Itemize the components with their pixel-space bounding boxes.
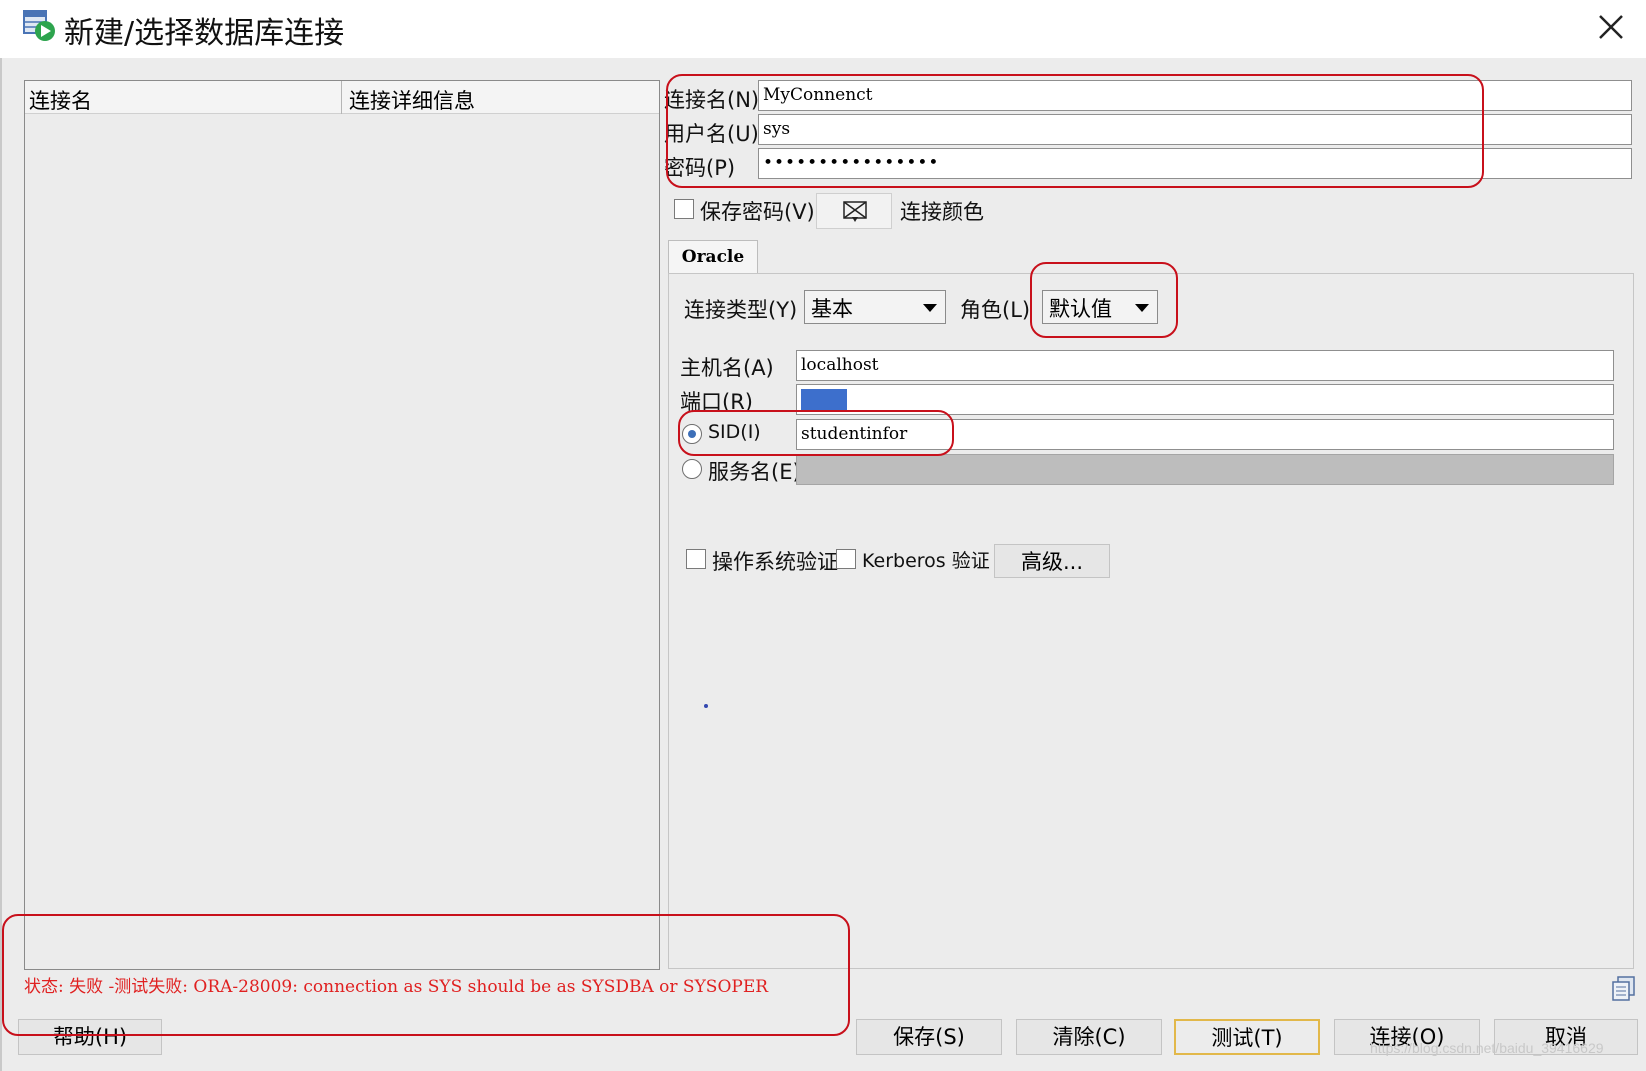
- save-password-checkbox[interactable]: [674, 199, 694, 219]
- column-separator[interactable]: [341, 81, 342, 114]
- column-header-conn-name[interactable]: 连接名: [29, 85, 92, 115]
- conn-name-field[interactable]: MyConnenct: [758, 80, 1632, 111]
- save-button[interactable]: 保存(S): [856, 1019, 1002, 1055]
- hostname-label: 主机名(A): [680, 356, 774, 380]
- database-connection-icon: [22, 8, 56, 42]
- column-header-conn-details[interactable]: 连接详细信息: [349, 85, 475, 115]
- tab-oracle[interactable]: Oracle: [668, 240, 758, 274]
- role-select[interactable]: 默认值: [1042, 290, 1158, 324]
- port-value-selection: [801, 389, 847, 411]
- conn-name-label: 连接名(N): [664, 88, 760, 112]
- chevron-down-icon: [1135, 304, 1149, 312]
- role-value: 默认值: [1049, 297, 1112, 321]
- close-icon[interactable]: [1590, 6, 1632, 48]
- chevron-down-icon: [923, 304, 937, 312]
- port-field[interactable]: [796, 384, 1614, 415]
- sid-field[interactable]: studentinfor: [796, 419, 1614, 450]
- port-label: 端口(R): [680, 390, 753, 414]
- test-button[interactable]: 测试(T): [1174, 1019, 1320, 1055]
- no-color-icon: [843, 201, 867, 222]
- stray-dot: [704, 704, 708, 708]
- window-title: 新建/选择数据库连接: [64, 16, 345, 51]
- help-button[interactable]: 帮助(H): [18, 1019, 162, 1055]
- password-field[interactable]: ••••••••••••••••: [758, 148, 1632, 179]
- conn-type-label: 连接类型(Y): [684, 298, 798, 322]
- service-name-label: 服务名(E): [708, 460, 801, 484]
- password-label: 密码(P): [664, 156, 736, 180]
- service-name-field: [796, 454, 1614, 485]
- advanced-button[interactable]: 高级...: [994, 544, 1110, 578]
- clear-button[interactable]: 清除(C): [1016, 1019, 1162, 1055]
- conn-color-button[interactable]: [816, 193, 892, 229]
- role-label: 角色(L): [960, 298, 1031, 322]
- kerberos-label: Kerberos 验证: [862, 550, 990, 572]
- connection-list-header: 连接名 连接详细信息: [25, 81, 659, 114]
- conn-type-value: 基本: [811, 297, 853, 321]
- save-password-label: 保存密码(V): [700, 200, 815, 224]
- conn-color-label: 连接颜色: [900, 200, 984, 224]
- os-auth-checkbox[interactable]: [686, 549, 706, 569]
- status-message: 状态: 失败 -测试失败: ORA-28009: connection as S…: [24, 977, 769, 997]
- username-field[interactable]: sys: [758, 114, 1632, 145]
- username-label: 用户名(U): [664, 122, 759, 146]
- kerberos-checkbox[interactable]: [836, 549, 856, 569]
- sid-label: SID(I): [708, 421, 761, 443]
- copy-icon[interactable]: [1612, 976, 1636, 1002]
- watermark: https://blog.csdn.net/baidu_39416629: [1370, 1040, 1604, 1056]
- sid-radio[interactable]: [682, 424, 702, 444]
- conn-type-select[interactable]: 基本: [804, 290, 946, 324]
- os-auth-label: 操作系统验证: [712, 550, 838, 574]
- title-bar: 新建/选择数据库连接: [0, 0, 1646, 58]
- connection-list[interactable]: 连接名 连接详细信息: [24, 80, 660, 970]
- service-name-radio[interactable]: [682, 459, 702, 479]
- hostname-field[interactable]: localhost: [796, 350, 1614, 381]
